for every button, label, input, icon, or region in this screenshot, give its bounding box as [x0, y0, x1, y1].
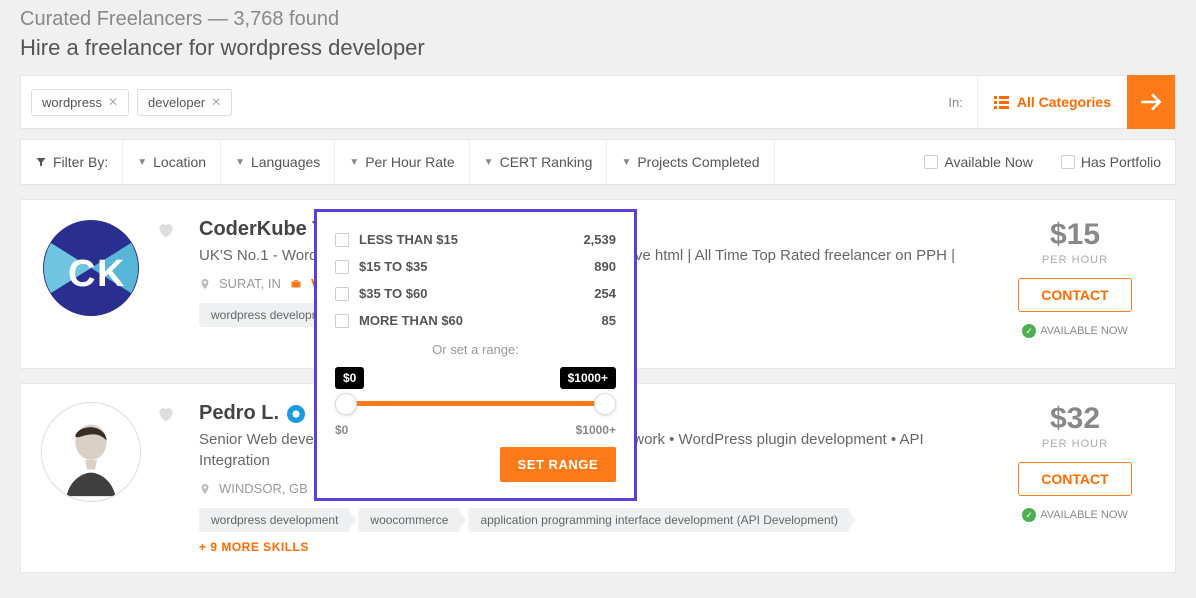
filter-projects-completed[interactable]: ▼ Projects Completed [607, 140, 774, 184]
page-subtitle: Hire a freelancer for wordpress develope… [20, 35, 1176, 61]
filter-label: CERT Ranking [500, 154, 593, 170]
per-hour-rate-dropdown: LESS THAN $15 2,539 $15 TO $35 890 $35 T… [314, 209, 637, 501]
caret-down-icon: ▼ [235, 157, 245, 168]
page-title: Curated Freelancers — 3,768 found [20, 8, 1176, 31]
freelancer-location: SURAT, IN [219, 276, 281, 291]
remove-tag-icon[interactable]: ✕ [211, 95, 221, 109]
check-circle-icon: ✓ [1022, 324, 1036, 338]
filter-bar: Filter By: ▼ Location ▼ Languages ▼ Per Hou… [20, 139, 1176, 185]
search-tag[interactable]: wordpress ✕ [31, 89, 129, 116]
arrow-right-icon [1138, 89, 1164, 115]
filter-by-text: Filter By: [53, 154, 108, 170]
all-categories-label: All Categories [1017, 94, 1111, 110]
skill-chip[interactable]: wordpress development [199, 508, 350, 532]
search-bar: wordpress ✕ developer ✕ In: All Categori… [20, 75, 1176, 129]
contact-button[interactable]: CONTACT [1018, 462, 1131, 496]
check-circle-icon: ✓ [1022, 508, 1036, 522]
svg-text:K: K [97, 253, 125, 295]
availability-badge: ✓ AVAILABLE NOW [1022, 324, 1128, 338]
filter-by-label: Filter By: [21, 140, 123, 184]
filter-languages[interactable]: ▼ Languages [221, 140, 335, 184]
filter-label: Projects Completed [637, 154, 759, 170]
filter-available-now[interactable]: Available Now [910, 140, 1046, 184]
slider-thumb-min[interactable] [335, 393, 357, 415]
checkbox[interactable] [1061, 155, 1075, 169]
remove-tag-icon[interactable]: ✕ [108, 95, 118, 109]
slider-min-bubble: $0 [335, 367, 364, 389]
contact-button[interactable]: CONTACT [1018, 278, 1131, 312]
rate-count: 2,539 [583, 232, 616, 247]
filter-cert-ranking[interactable]: ▼ CERT Ranking [470, 140, 608, 184]
checkbox[interactable] [335, 233, 349, 247]
hourly-rate: $32 [1050, 402, 1100, 436]
freelancer-name[interactable]: CoderKube T. [199, 218, 328, 241]
caret-down-icon: ▼ [349, 157, 359, 168]
search-tag[interactable]: developer ✕ [137, 89, 232, 116]
search-tag-label: developer [148, 95, 205, 110]
set-range-button[interactable]: SET RANGE [500, 447, 616, 482]
avatar[interactable]: CK [41, 218, 141, 318]
skill-chip[interactable]: woocommerce [358, 508, 460, 532]
freelancer-location: WINDSOR, GB [219, 481, 308, 496]
favorite-icon[interactable] [156, 220, 176, 240]
rate-count: 890 [594, 259, 616, 274]
in-label: In: [934, 95, 976, 110]
rate-option[interactable]: MORE THAN $60 85 [335, 307, 616, 334]
search-tag-label: wordpress [42, 95, 102, 110]
filter-label: Available Now [944, 154, 1032, 170]
filter-label: Has Portfolio [1081, 154, 1161, 170]
avatar[interactable] [41, 402, 141, 502]
filter-label: Location [153, 154, 206, 170]
caret-down-icon: ▼ [621, 157, 631, 168]
slider-min-label: $0 [335, 423, 348, 437]
search-button[interactable] [1127, 75, 1175, 129]
filter-label: Languages [251, 154, 320, 170]
or-set-range-label: Or set a range: [335, 342, 616, 357]
rate-range-slider[interactable]: $0 $1000+ [335, 367, 616, 421]
availability-label: AVAILABLE NOW [1040, 325, 1128, 337]
rate-label: $35 TO $60 [359, 286, 427, 301]
checkbox[interactable] [335, 260, 349, 274]
svg-text:C: C [68, 253, 95, 295]
all-categories-link[interactable]: All Categories [977, 76, 1127, 128]
hourly-rate: $15 [1050, 218, 1100, 252]
filter-has-portfolio[interactable]: Has Portfolio [1047, 140, 1175, 184]
filter-per-hour-rate[interactable]: ▼ Per Hour Rate [335, 140, 469, 184]
rate-label: $15 TO $35 [359, 259, 427, 274]
checkbox[interactable] [335, 287, 349, 301]
skill-chip[interactable]: application programming interface develo… [468, 508, 850, 532]
rate-option[interactable]: LESS THAN $15 2,539 [335, 226, 616, 253]
more-skills-link[interactable]: + 9 MORE SKILLS [199, 540, 977, 554]
briefcase-icon [289, 278, 303, 290]
location-pin-icon [199, 277, 211, 291]
rate-label: LESS THAN $15 [359, 232, 458, 247]
list-icon [994, 96, 1009, 109]
slider-max-bubble: $1000+ [560, 367, 616, 389]
rate-count: 85 [602, 313, 616, 328]
slider-thumb-max[interactable] [594, 393, 616, 415]
rate-option[interactable]: $35 TO $60 254 [335, 280, 616, 307]
filter-label: Per Hour Rate [365, 154, 454, 170]
per-hour-label: PER HOUR [1042, 254, 1108, 266]
favorite-icon[interactable] [156, 404, 176, 424]
checkbox[interactable] [335, 314, 349, 328]
checkbox[interactable] [924, 155, 938, 169]
rate-label: MORE THAN $60 [359, 313, 463, 328]
freelancer-name[interactable]: Pedro L. [199, 402, 279, 425]
rate-option[interactable]: $15 TO $35 890 [335, 253, 616, 280]
filter-location[interactable]: ▼ Location [123, 140, 221, 184]
per-hour-label: PER HOUR [1042, 438, 1108, 450]
verified-badge-icon [287, 405, 305, 423]
availability-label: AVAILABLE NOW [1040, 509, 1128, 521]
filter-icon [35, 156, 47, 168]
slider-max-label: $1000+ [576, 423, 616, 437]
caret-down-icon: ▼ [137, 157, 147, 168]
location-pin-icon [199, 482, 211, 496]
availability-badge: ✓ AVAILABLE NOW [1022, 508, 1128, 522]
caret-down-icon: ▼ [484, 157, 494, 168]
rate-count: 254 [594, 286, 616, 301]
slider-track [343, 401, 608, 406]
